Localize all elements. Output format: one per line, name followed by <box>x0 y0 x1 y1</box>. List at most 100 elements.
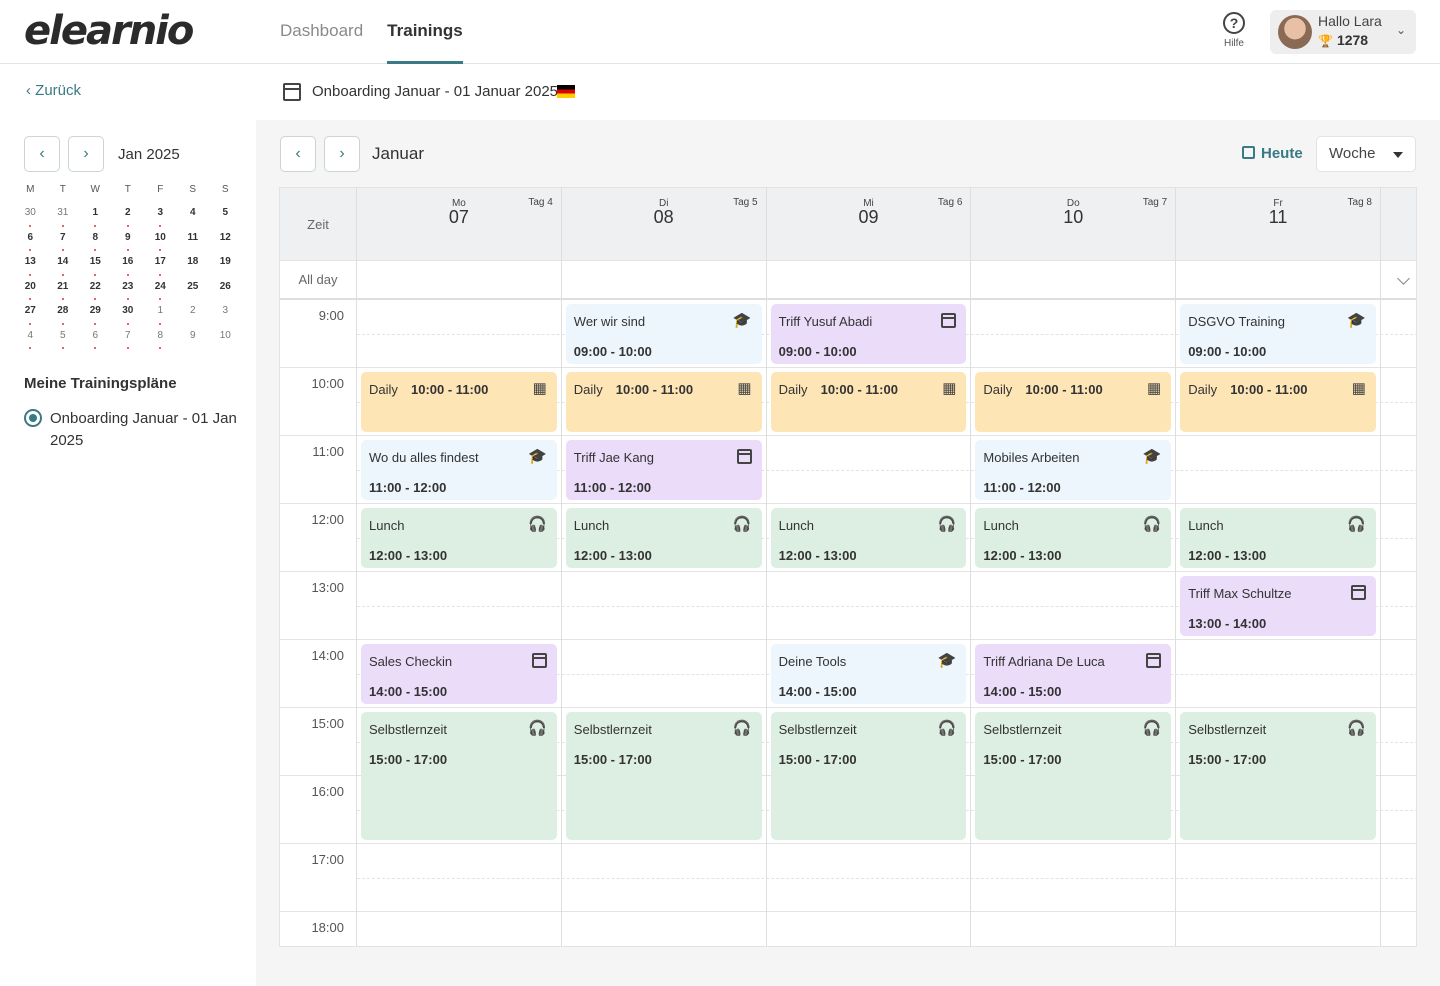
calendar-event[interactable]: Triff Jae Kang 11:00 - 12:00 <box>565 440 762 500</box>
calendar-event[interactable]: Triff Adriana De Luca 14:00 - 15:00 <box>975 644 1172 704</box>
mini-day[interactable]: 25 <box>177 278 210 303</box>
app-logo[interactable]: elearnio <box>24 8 194 54</box>
mini-day[interactable]: 18 <box>177 253 210 278</box>
mini-day[interactable]: 2 <box>112 204 145 229</box>
user-menu[interactable]: Hallo Lara 🏆 1278 ⌄ <box>1270 10 1416 54</box>
mini-day[interactable]: 28 <box>47 302 80 327</box>
calendar-event[interactable]: Daily 10:00 - 11:00 ▦ <box>1180 372 1376 432</box>
calendar-event[interactable]: Wo du alles findest 11:00 - 12:00 🎓 <box>361 440 557 500</box>
calendar-event[interactable]: Lunch 12:00 - 13:00 🎧 <box>770 508 967 568</box>
calendar-event[interactable]: Daily 10:00 - 11:00 ▦ <box>975 372 1172 432</box>
mini-day[interactable]: 3 <box>209 302 242 327</box>
mini-day[interactable]: 26 <box>209 278 242 303</box>
event-title: Selbstlernzeit <box>1188 722 1267 737</box>
calendar-event[interactable]: Deine Tools 14:00 - 15:00 🎓 <box>770 644 967 704</box>
calendar-event[interactable]: Selbstlernzeit 15:00 - 17:00 🎧 <box>975 712 1172 840</box>
mini-day[interactable]: 4 <box>177 204 210 229</box>
mini-day[interactable]: 1 <box>144 302 177 327</box>
nav-tab-dashboard[interactable]: Dashboard <box>280 0 363 64</box>
allday-cell[interactable] <box>357 261 562 299</box>
mini-day[interactable]: 10 <box>209 327 242 352</box>
allday-cell[interactable] <box>1176 261 1381 299</box>
calendar-event[interactable]: Wer wir sind 09:00 - 10:00 🎓 <box>565 304 762 364</box>
calendar-event[interactable]: DSGVO Training 09:00 - 10:00 🎓 <box>1180 304 1376 364</box>
calendar-event[interactable]: Lunch 12:00 - 13:00 🎧 <box>361 508 557 568</box>
course-title: Onboarding Januar - 01 Januar 2025 <box>312 83 559 100</box>
calendar-event[interactable]: Daily 10:00 - 11:00 ▦ <box>565 372 762 432</box>
calendar-event[interactable]: Lunch 12:00 - 13:00 🎧 <box>1180 508 1376 568</box>
mini-day[interactable]: 1 <box>79 204 112 229</box>
mini-day[interactable]: 6 <box>79 327 112 352</box>
mini-day[interactable]: 27 <box>14 302 47 327</box>
calendar-event[interactable]: Selbstlernzeit 15:00 - 17:00 🎧 <box>1180 712 1376 840</box>
mini-day[interactable]: 5 <box>47 327 80 352</box>
event-title: Triff Yusuf Abadi <box>778 314 873 329</box>
mini-day[interactable]: 13 <box>14 253 47 278</box>
mini-day[interactable]: 31 <box>47 204 80 229</box>
nav-tab-trainings[interactable]: Trainings <box>387 0 463 64</box>
mini-day[interactable]: 21 <box>47 278 80 303</box>
calendar-icon <box>1350 585 1366 604</box>
mini-day[interactable]: 2 <box>177 302 210 327</box>
event-time: 12:00 - 13:00 <box>983 548 1062 563</box>
calendar-event[interactable]: Triff Max Schultze 13:00 - 14:00 <box>1180 576 1376 636</box>
calendar-event[interactable]: Daily 10:00 - 11:00 ▦ <box>361 372 557 432</box>
help-icon: ? <box>1223 12 1245 34</box>
event-title: Triff Adriana De Luca <box>983 654 1105 669</box>
presentation-icon: ▦ <box>1147 380 1162 397</box>
back-link[interactable]: ‹ Zurück <box>26 82 81 99</box>
help-button[interactable]: ? Hilfe <box>1218 12 1250 49</box>
calendar-event[interactable]: Daily 10:00 - 11:00 ▦ <box>770 372 967 432</box>
calendar-event[interactable]: Selbstlernzeit 15:00 - 17:00 🎧 <box>565 712 762 840</box>
mini-day[interactable]: 9 <box>177 327 210 352</box>
event-title: Lunch <box>983 518 1019 533</box>
mini-day[interactable]: 5 <box>209 204 242 229</box>
calendar-event[interactable]: Triff Yusuf Abadi 09:00 - 10:00 <box>770 304 967 364</box>
mini-day[interactable]: 7 <box>47 229 80 254</box>
mini-day[interactable]: 20 <box>14 278 47 303</box>
calendar-event[interactable]: Lunch 12:00 - 13:00 🎧 <box>975 508 1172 568</box>
calendar-event[interactable]: Mobiles Arbeiten 11:00 - 12:00 🎓 <box>975 440 1172 500</box>
calendar-event[interactable]: Selbstlernzeit 15:00 - 17:00 🎧 <box>770 712 967 840</box>
mini-day[interactable]: 30 <box>14 204 47 229</box>
mini-day[interactable]: 16 <box>112 253 145 278</box>
event-time: 15:00 - 17:00 <box>1188 752 1267 767</box>
mini-next-month-button[interactable]: › <box>68 136 104 172</box>
mini-day[interactable]: 8 <box>144 327 177 352</box>
mini-day[interactable]: 12 <box>209 229 242 254</box>
mini-day[interactable]: 17 <box>144 253 177 278</box>
mini-day[interactable]: 11 <box>177 229 210 254</box>
view-select[interactable]: Woche <box>1316 136 1416 172</box>
mini-day[interactable]: 14 <box>47 253 80 278</box>
headphones-icon: 🎧 <box>732 516 752 533</box>
expand-chevron-icon[interactable] <box>1397 272 1410 285</box>
mini-day[interactable]: 8 <box>79 229 112 254</box>
mini-day[interactable]: 23 <box>112 278 145 303</box>
allday-cell[interactable] <box>562 261 767 299</box>
mini-day[interactable]: 24 <box>144 278 177 303</box>
next-week-button[interactable]: › <box>324 136 360 172</box>
calendar-event[interactable]: Selbstlernzeit 15:00 - 17:00 🎧 <box>361 712 557 840</box>
mini-day[interactable]: 3 <box>144 204 177 229</box>
allday-cell[interactable] <box>971 261 1177 299</box>
calendar-event[interactable]: Sales Checkin 14:00 - 15:00 <box>361 644 557 704</box>
event-time: 11:00 - 12:00 <box>573 480 652 495</box>
mini-day[interactable]: 4 <box>14 327 47 352</box>
mini-day[interactable]: 22 <box>79 278 112 303</box>
mini-day[interactable]: 10 <box>144 229 177 254</box>
mini-day[interactable]: 6 <box>14 229 47 254</box>
today-button[interactable]: Heute <box>1242 145 1303 162</box>
mini-day[interactable]: 9 <box>112 229 145 254</box>
calendar-event[interactable]: Lunch 12:00 - 13:00 🎧 <box>565 508 762 568</box>
plan-option[interactable]: Onboarding Januar - 01 Jan 2025 <box>24 408 244 452</box>
prev-week-button[interactable]: ‹ <box>280 136 316 172</box>
mini-day[interactable]: 19 <box>209 253 242 278</box>
allday-cell[interactable] <box>767 261 972 299</box>
mini-day[interactable]: 29 <box>79 302 112 327</box>
radio-selected-icon[interactable] <box>24 409 42 427</box>
time-grid: 9:00 10:00 11:00 12:00 13:00 14:00 15:00 16:00 1… <box>280 300 1416 946</box>
mini-day[interactable]: 7 <box>112 327 145 352</box>
mini-day[interactable]: 15 <box>79 253 112 278</box>
mini-day[interactable]: 30 <box>112 302 145 327</box>
mini-prev-month-button[interactable]: ‹ <box>24 136 60 172</box>
